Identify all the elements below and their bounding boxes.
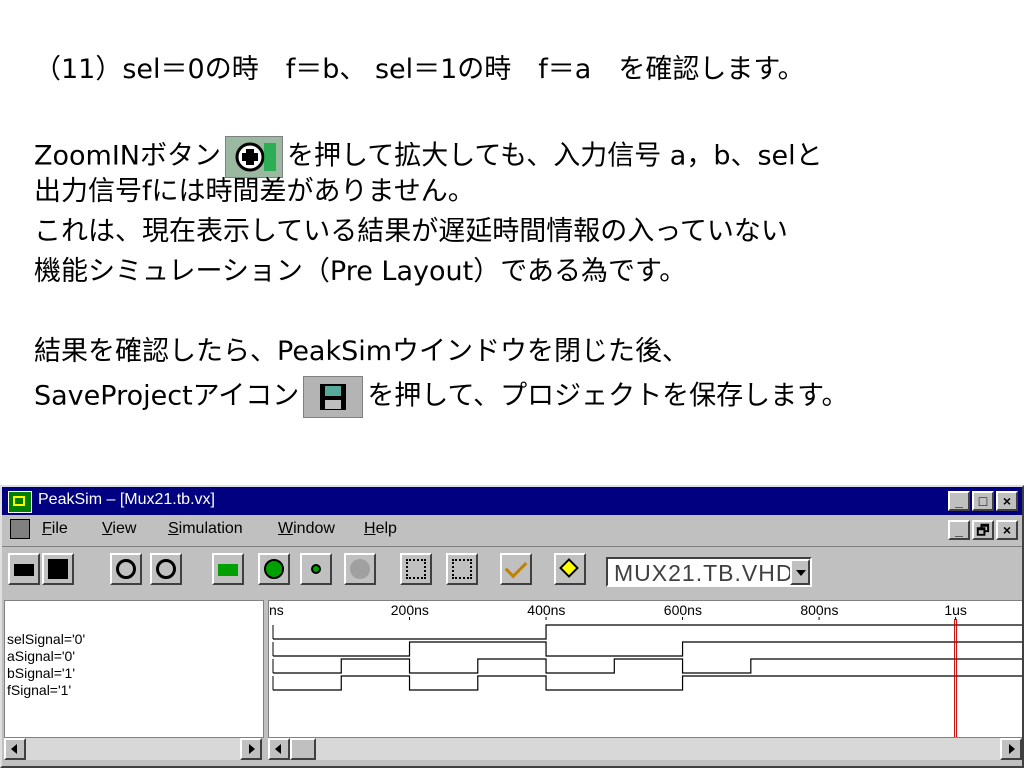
window-title: PeakSim – [Mux21.tb.vx] — [38, 491, 215, 508]
zoom-out-icon — [156, 559, 176, 579]
waveform-scrollbar[interactable] — [268, 738, 1022, 760]
combo-dropdown-button[interactable] — [790, 559, 810, 585]
step-button[interactable] — [300, 553, 332, 585]
go-to-start-button[interactable] — [212, 553, 244, 585]
design-combo-value: MUX21.TB.VHD — [614, 560, 794, 586]
scroll-left-button[interactable] — [4, 738, 26, 760]
wave-scroll-thumb[interactable] — [290, 738, 316, 760]
instruction-line-2-end: を押して拡大しても、入力信号 a，b、selと — [287, 140, 823, 172]
menu-window[interactable]: Window — [278, 520, 335, 538]
run-icon — [264, 559, 284, 579]
scroll-right-button[interactable] — [240, 738, 262, 760]
peaksim-window: PeakSim – [Mux21.tb.vx] _ □ × File View … — [0, 485, 1024, 768]
design-combo[interactable]: MUX21.TB.VHD — [606, 557, 812, 587]
stop-button[interactable] — [344, 553, 376, 585]
close-button[interactable]: × — [996, 491, 1018, 511]
wave-scroll-left-button[interactable] — [268, 738, 290, 760]
waveform-f — [273, 675, 1022, 691]
wrench-button[interactable] — [500, 553, 532, 585]
zoom-in-icon — [116, 559, 136, 579]
waveform-b — [273, 658, 1022, 674]
zoom-in-button[interactable] — [110, 553, 142, 585]
print-button[interactable] — [8, 553, 40, 585]
instruction-line-2-start: ZoomINボタン — [34, 140, 221, 172]
menu-simulation[interactable]: Simulation — [168, 520, 243, 538]
run-button[interactable] — [258, 553, 290, 585]
maximize-button[interactable]: □ — [972, 491, 994, 511]
breakpoint-diamond-icon — [559, 558, 579, 578]
save-icon — [48, 559, 68, 579]
signal-list-button[interactable] — [446, 553, 478, 585]
instruction-line-7-end: を押して、プロジェクトを保存します。 — [367, 380, 849, 412]
instruction-line-4: これは、現在表示している結果が遅延時間情報の入っていない — [34, 216, 788, 247]
wave-scroll-right-button[interactable] — [1000, 738, 1022, 760]
doc-restore-button[interactable]: 🗗 — [972, 520, 994, 540]
toolbar: MUX21.TB.VHD — [2, 546, 1022, 591]
menu-view[interactable]: View — [102, 520, 136, 538]
go-to-start-icon — [218, 564, 238, 576]
doc-close-button[interactable]: × — [996, 520, 1018, 540]
menu-help[interactable]: Help — [364, 520, 397, 538]
menu-bar: File View Simulation Window Help _ 🗗 × — [2, 516, 1022, 544]
waveform-pane[interactable]: ns 200ns 400ns 600ns 800ns 1us — [268, 600, 1022, 738]
floppy-disk-icon — [303, 376, 364, 418]
zoom-out-button[interactable] — [150, 553, 182, 585]
breakpoint-button[interactable] — [554, 553, 586, 585]
step-icon — [311, 564, 321, 574]
document-menu-icon[interactable] — [10, 519, 30, 539]
instruction-line-5: 機能シミュレーション（Pre Layout）である為です。 — [34, 256, 687, 287]
instruction-line-3: 出力信号fには時間差がありません。 — [34, 176, 475, 207]
wrench-icon — [504, 555, 528, 579]
menu-file[interactable]: File — [42, 520, 68, 538]
stop-icon — [350, 559, 370, 579]
signal-pane-scrollbar[interactable] — [4, 738, 262, 760]
print-icon — [14, 564, 34, 576]
signal-a[interactable]: aSignal='0' — [7, 648, 75, 664]
peaksim-app-icon[interactable] — [8, 491, 32, 513]
instruction-line-1: （11）sel＝0の時 f＝b、 sel＝1の時 f＝a を確認します。 — [34, 54, 805, 85]
waveform-canvas — [272, 617, 1022, 737]
add-signal-icon — [406, 559, 426, 579]
instruction-line-6: 結果を確認したら、PeakSimウインドウを閉じた後、 — [34, 336, 690, 367]
signal-list-icon — [452, 559, 472, 579]
instruction-line-7: SaveProjectアイコン を押して、プロジェクトを保存します。 — [34, 376, 848, 418]
instruction-line-7-start: SaveProjectアイコン — [34, 380, 300, 412]
zoom-in-icon — [225, 136, 283, 178]
signal-list-pane: selSignal='0' aSignal='0' bSignal='1' fS… — [4, 600, 264, 738]
signal-f[interactable]: fSignal='1' — [7, 682, 71, 698]
waveform-sel — [273, 624, 1022, 640]
waveform-a — [273, 641, 1022, 657]
doc-minimize-button[interactable]: _ — [948, 520, 970, 540]
signal-sel[interactable]: selSignal='0' — [7, 631, 85, 647]
signal-b[interactable]: bSignal='1' — [7, 665, 75, 681]
instruction-line-2: ZoomINボタン を押して拡大しても、入力信号 a，b、selと — [34, 136, 823, 178]
title-bar[interactable]: PeakSim – [Mux21.tb.vx] _ □ × — [2, 487, 1022, 515]
minimize-button[interactable]: _ — [948, 491, 970, 511]
save-button[interactable] — [42, 553, 74, 585]
add-signal-button[interactable] — [400, 553, 432, 585]
